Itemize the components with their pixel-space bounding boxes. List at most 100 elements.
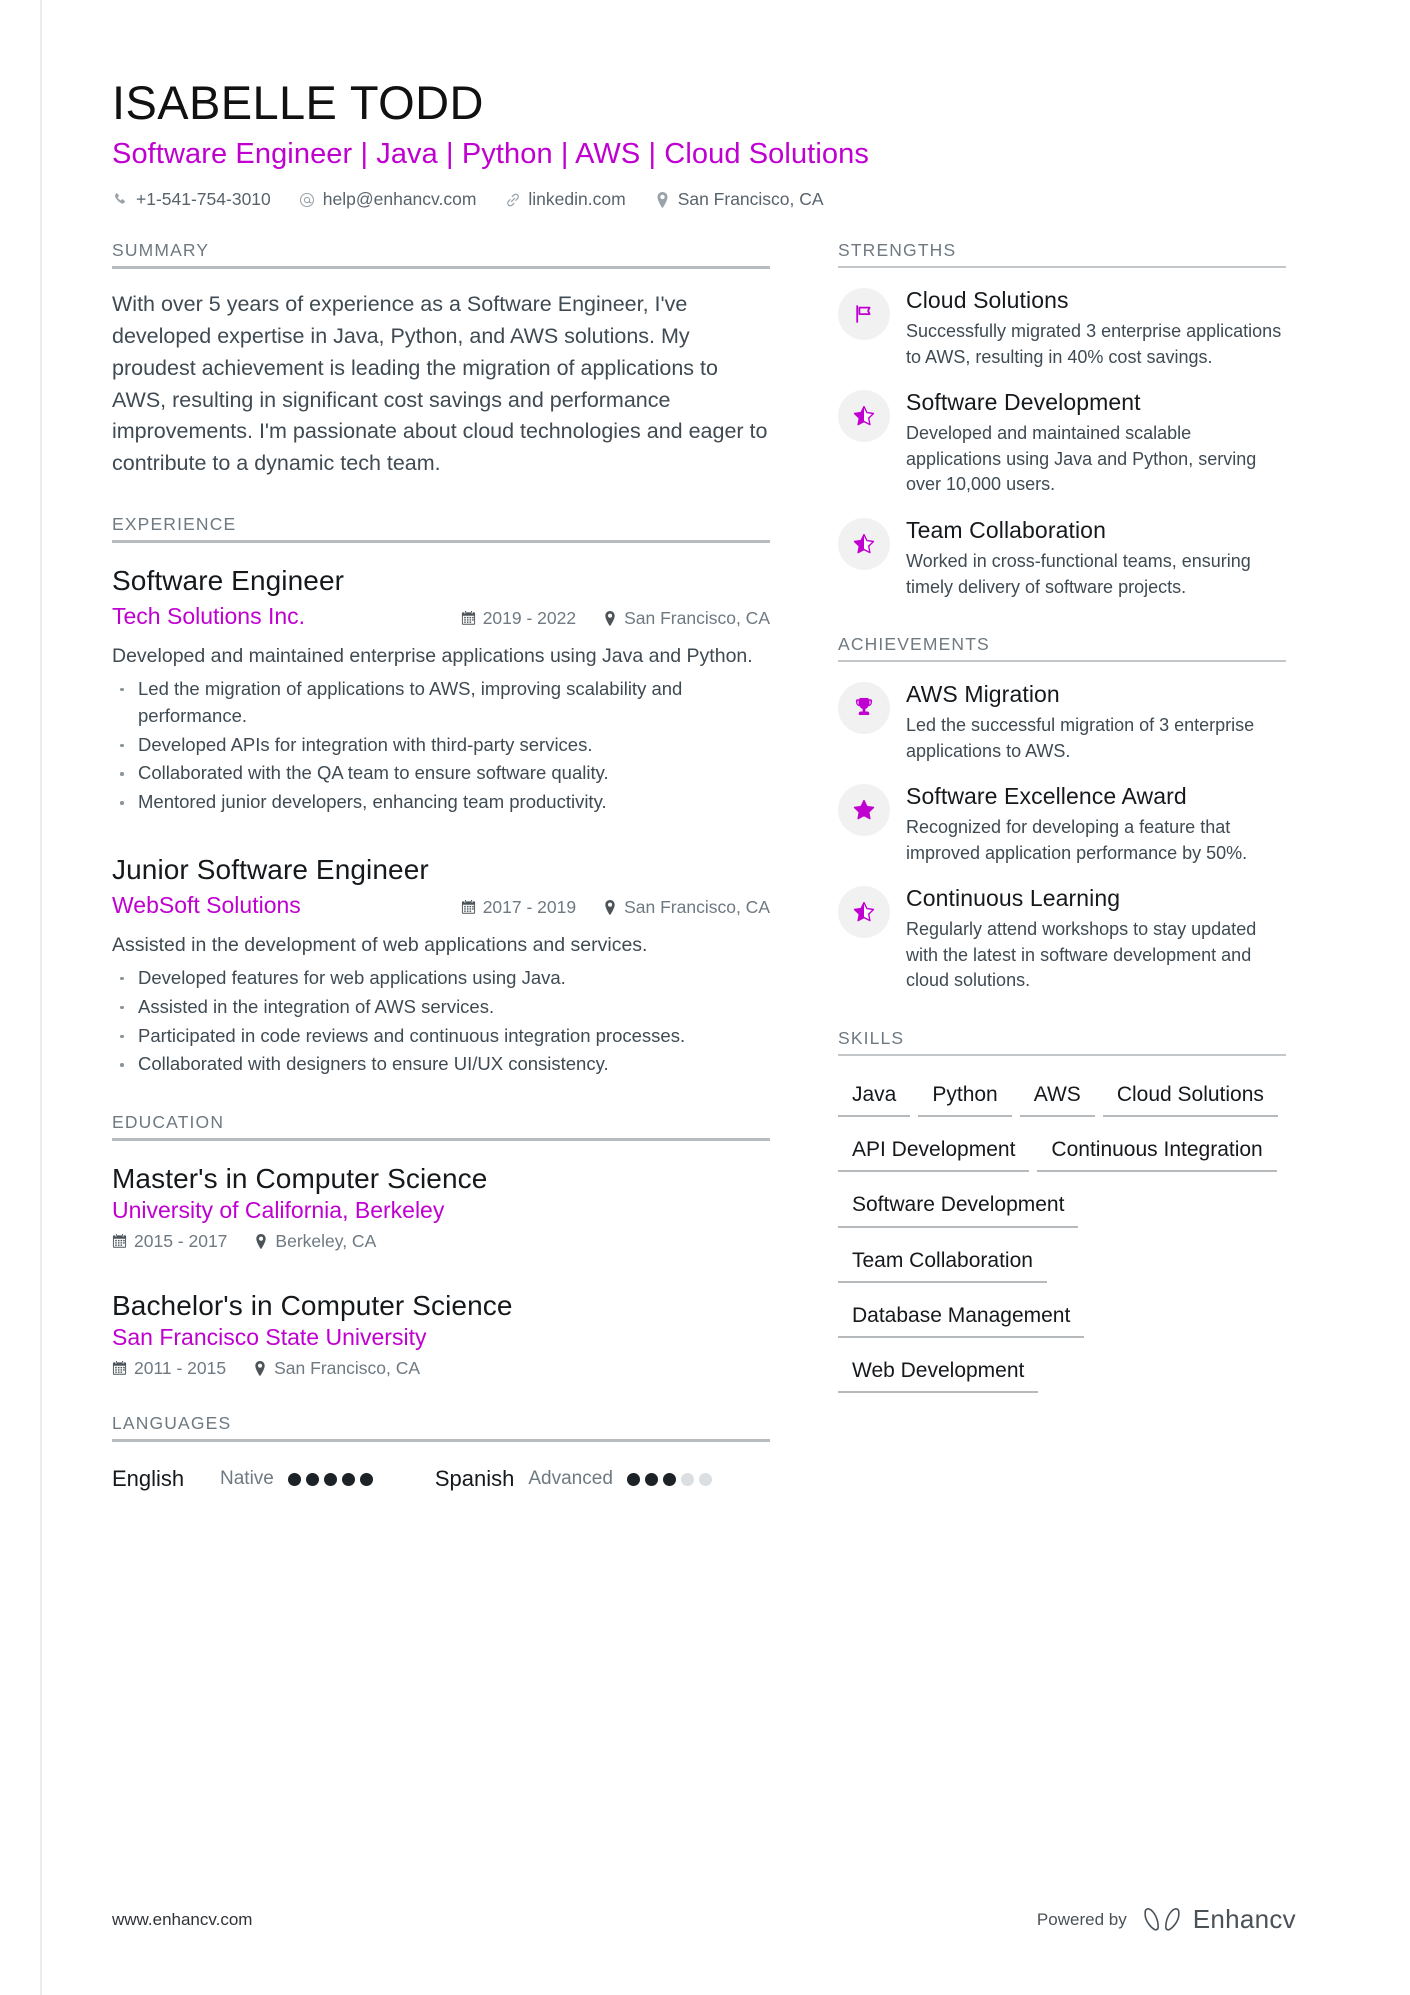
powered-by-block: Powered by Enhancv (1037, 1904, 1296, 1935)
skill-tag: Java (838, 1078, 911, 1118)
contact-phone-text: +1-541-754-3010 (136, 189, 271, 210)
experience-bullet: Collaborated with designers to ensure UI… (112, 1051, 770, 1078)
summary-text: With over 5 years of experience as a Sof… (112, 292, 768, 476)
enhancv-logo: Enhancv (1141, 1904, 1296, 1935)
location-icon (602, 900, 617, 915)
section-rule (838, 660, 1286, 663)
experience-meta-bits: 2019 - 2022 San Francisco, CA (461, 608, 770, 629)
enhancv-mark-icon (1144, 1907, 1180, 1931)
rating-dot (323, 1472, 337, 1486)
section-education: EDUCATION Master's in Computer Science U… (112, 1112, 770, 1379)
experience-bullet: Participated in code reviews and continu… (112, 1023, 770, 1050)
rating-dot (359, 1472, 373, 1486)
contact-email[interactable]: help@enhancv.com (299, 189, 476, 210)
language-item: English Native (112, 1466, 373, 1492)
strength-desc: Developed and maintained scalable applic… (906, 423, 1257, 495)
education-dates: 2015 - 2017 (112, 1231, 227, 1252)
rating-dot (698, 1472, 712, 1486)
education-dates-text: 2015 - 2017 (134, 1231, 228, 1252)
skill-tag: Web Development (838, 1354, 1039, 1394)
contact-linkedin-text: linkedin.com (528, 189, 626, 210)
calendar-icon (112, 1234, 127, 1249)
phone-icon (112, 191, 129, 208)
experience-description: Assisted in the development of web appli… (112, 933, 648, 956)
achievement-desc: Recognized for developing a feature that… (906, 817, 1248, 863)
enhancv-wordmark: Enhancv (1192, 1904, 1296, 1934)
location-icon (253, 1234, 268, 1249)
education-school[interactable]: University of California, Berkeley (112, 1196, 770, 1226)
experience-bullet: Developed features for web applications … (112, 965, 770, 992)
education-school[interactable]: San Francisco State University (112, 1323, 770, 1353)
experience-meta-bits: 2017 - 2019 San Francisco, CA (461, 897, 770, 918)
location-icon (252, 1361, 267, 1376)
rating-dot (305, 1472, 319, 1486)
resume-content: ISABELLE TODD Software Engineer | Java |… (112, 76, 1296, 1492)
education-entry: Bachelor's in Computer Science San Franc… (112, 1282, 770, 1379)
experience-company[interactable]: WebSoft Solutions (112, 891, 397, 921)
experience-company[interactable]: Tech Solutions Inc. (112, 602, 397, 632)
education-location: San Francisco, CA (252, 1358, 420, 1379)
candidate-headline: Software Engineer | Java | Python | AWS … (112, 137, 869, 170)
contact-phone[interactable]: +1-541-754-3010 (112, 189, 271, 210)
star-icon (838, 784, 890, 837)
rating-dot (662, 1472, 676, 1486)
language-level: Advanced (528, 1468, 613, 1489)
section-experience: EXPERIENCE Software Engineer Tech Soluti… (112, 514, 770, 1078)
experience-entry: Software Engineer Tech Solutions Inc. 20… (112, 557, 770, 816)
education-meta: 2011 - 2015 San Francisco, CA (112, 1358, 770, 1379)
languages-row: English Native Spanish Advanced (112, 1456, 770, 1492)
skill-tag: Team Collaboration (838, 1244, 1047, 1283)
education-dates: 2011 - 2015 (112, 1358, 226, 1379)
rating-dot (341, 1472, 355, 1486)
trophy-icon (838, 682, 890, 735)
education-entry: Master's in Computer Science University … (112, 1155, 770, 1252)
contact-linkedin[interactable]: linkedin.com (504, 189, 626, 210)
resume-page: ISABELLE TODD Software Engineer | Java |… (0, 0, 1410, 1995)
resume-footer: www.enhancv.com Powered by Enhancv (112, 1904, 1296, 1935)
skills-list: Java Python AWS Cloud Solutions API Deve… (838, 1070, 1286, 1409)
education-meta: 2015 - 2017 Berkeley, CA (112, 1231, 770, 1252)
education-location-text: San Francisco, CA (274, 1358, 421, 1378)
achievement-title: Software Excellence Award (906, 783, 1187, 810)
language-level: Native (220, 1468, 274, 1489)
experience-role: Software Engineer (112, 564, 345, 596)
experience-entry: Junior Software Engineer WebSoft Solutio… (112, 846, 770, 1078)
education-degree: Bachelor's in Computer Science (112, 1290, 513, 1322)
section-rule (838, 1054, 1286, 1057)
skill-tag: Continuous Integration (1037, 1133, 1277, 1173)
strength-desc: Successfully migrated 3 enterprise appli… (906, 321, 1282, 367)
strength-item: Cloud Solutions Successfully migrated 3 … (838, 286, 1286, 370)
half-star-icon (838, 390, 890, 443)
strength-title: Software Development (906, 389, 1141, 416)
experience-bullet: Developed APIs for integration with thir… (112, 732, 770, 759)
candidate-name: ISABELLE TODD (112, 76, 484, 129)
language-item: Spanish Advanced (435, 1466, 712, 1492)
section-rule (838, 266, 1286, 269)
section-rule (112, 1439, 770, 1442)
experience-role: Junior Software Engineer (112, 854, 429, 885)
email-icon (299, 191, 316, 208)
achievement-item: Continuous Learning Regularly attend wor… (838, 884, 1286, 994)
footer-site[interactable]: www.enhancv.com (112, 1910, 252, 1930)
experience-meta: WebSoft Solutions 2017 - 2019 San Franci… (112, 891, 770, 921)
calendar-icon (461, 610, 476, 626)
section-title-experience: EXPERIENCE (112, 513, 237, 534)
page-left-rule (40, 0, 42, 1995)
section-rule (112, 1138, 770, 1142)
section-rule (112, 539, 770, 543)
left-column: SUMMARY With over 5 years of experience … (112, 240, 770, 1492)
contact-location-text: San Francisco, CA (677, 189, 824, 210)
experience-location: San Francisco, CA (602, 608, 770, 629)
strength-item: Team Collaboration Worked in cross-funct… (838, 516, 1286, 600)
achievement-item: Software Excellence Award Recognized for… (838, 782, 1286, 866)
section-skills: SKILLS Java Python AWS Cloud Solutions A… (838, 1028, 1286, 1409)
skill-tag: Software Development (838, 1188, 1079, 1228)
experience-dates-text: 2019 - 2022 (482, 607, 577, 628)
achievement-text: Continuous Learning Regularly attend wor… (906, 884, 1286, 994)
strength-text: Team Collaboration Worked in cross-funct… (906, 516, 1286, 600)
section-summary: SUMMARY With over 5 years of experience … (112, 240, 770, 480)
strength-item: Software Development Developed and maint… (838, 388, 1286, 498)
experience-bullet: Collaborated with the QA team to ensure … (112, 760, 770, 787)
resume-columns: SUMMARY With over 5 years of experience … (112, 240, 1296, 1492)
section-title-languages: LANGUAGES (112, 1413, 232, 1433)
